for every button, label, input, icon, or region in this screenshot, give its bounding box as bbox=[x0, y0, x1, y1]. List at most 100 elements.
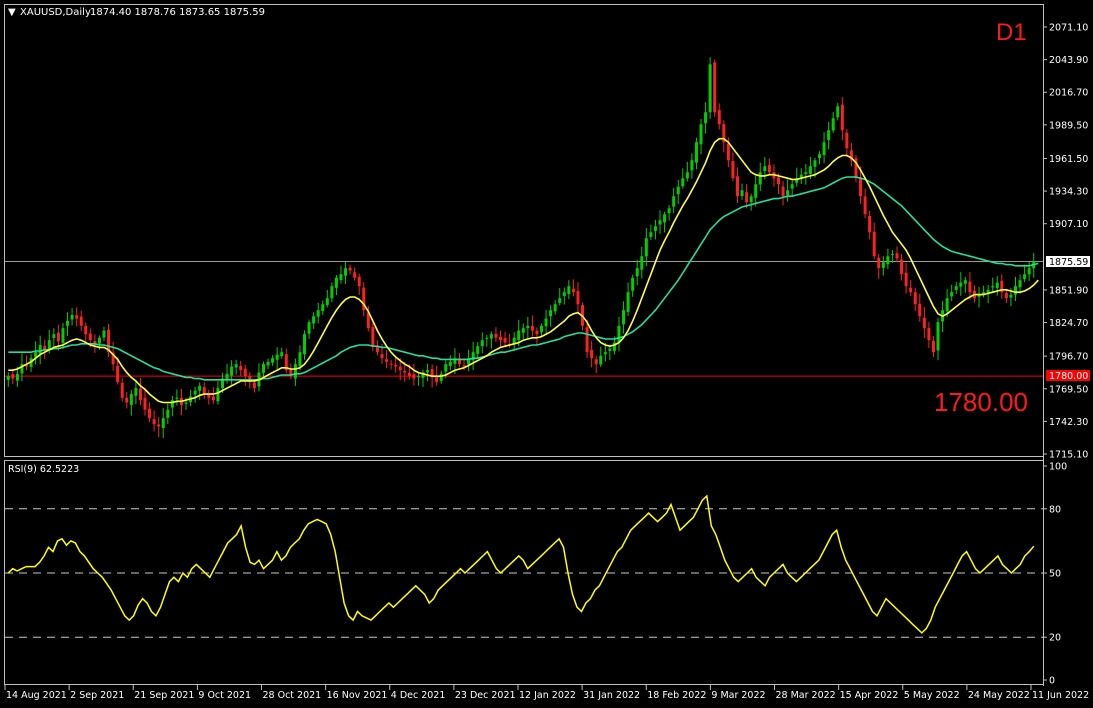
candle-body bbox=[152, 419, 156, 425]
candle-body bbox=[959, 282, 963, 287]
candle-body bbox=[909, 287, 913, 293]
candle-body bbox=[357, 276, 361, 287]
candle-body bbox=[754, 184, 758, 198]
candle-body bbox=[530, 325, 534, 331]
price-tick-label: 1989.50 bbox=[1049, 120, 1088, 131]
chart-canvas: 2071.10 2043.90 2016.70 1989.50 1961.50 1934.… bbox=[4, 4, 1090, 701]
price-tick-label: 1961.50 bbox=[1049, 154, 1088, 165]
candle-body bbox=[845, 132, 849, 149]
candle-body bbox=[749, 196, 753, 203]
candle-body bbox=[385, 359, 389, 362]
candle-body bbox=[239, 366, 243, 371]
candle-body bbox=[836, 106, 840, 118]
candle-body bbox=[562, 292, 566, 296]
candle-body bbox=[786, 190, 790, 196]
candle-body bbox=[1013, 286, 1017, 295]
candle-body bbox=[945, 298, 949, 312]
candle-body bbox=[375, 346, 379, 353]
candle-body bbox=[886, 256, 890, 265]
candle-body bbox=[116, 365, 120, 383]
candle-body bbox=[995, 282, 999, 289]
candle-body bbox=[900, 259, 904, 275]
candle-body bbox=[412, 374, 416, 379]
candle-body bbox=[293, 364, 297, 379]
candle-body bbox=[667, 208, 671, 214]
candle-body bbox=[758, 172, 762, 185]
candle-body bbox=[444, 364, 448, 372]
rsi-tick-label: 20 bbox=[1049, 633, 1061, 644]
candle-body bbox=[129, 394, 133, 405]
candle-body bbox=[590, 350, 594, 359]
candle-body bbox=[808, 166, 812, 174]
candle-body bbox=[585, 327, 589, 353]
candle-body bbox=[863, 196, 867, 215]
rsi-series bbox=[5, 494, 1043, 638]
candle-body bbox=[380, 354, 384, 359]
candle-body bbox=[535, 330, 539, 335]
symbol-menu-icon[interactable]: ▼ bbox=[8, 7, 16, 18]
candle-body bbox=[804, 172, 808, 175]
candle-body bbox=[644, 238, 648, 257]
candle-body bbox=[599, 355, 603, 365]
candle-body bbox=[913, 292, 917, 305]
candle-body bbox=[503, 338, 507, 343]
candle-body bbox=[398, 366, 402, 371]
candle-body bbox=[895, 253, 899, 259]
candle-body bbox=[954, 286, 958, 290]
price-tick-label: 2043.90 bbox=[1049, 55, 1088, 66]
candle-body bbox=[831, 118, 835, 131]
candle-body bbox=[262, 364, 265, 373]
current-price-tag: 1875.59 bbox=[1049, 257, 1088, 268]
candle-body bbox=[813, 160, 817, 167]
candle-body bbox=[125, 397, 129, 403]
candle-body bbox=[480, 340, 484, 347]
candle-body bbox=[84, 326, 88, 335]
candle-body bbox=[88, 333, 92, 341]
candle-body bbox=[694, 142, 698, 163]
candle-body bbox=[517, 330, 521, 340]
candle-body bbox=[740, 190, 744, 197]
candle-body bbox=[198, 385, 202, 391]
time-tick-label: 11 Jun 2022 bbox=[1032, 690, 1089, 701]
candle-body bbox=[936, 322, 940, 351]
price-tick-label: 1715.10 bbox=[1049, 450, 1088, 461]
time-tick-label: 28 Mar 2022 bbox=[776, 690, 836, 701]
candle-body bbox=[872, 231, 876, 257]
candle-body bbox=[603, 352, 607, 355]
candle-body bbox=[717, 110, 721, 125]
candle-body bbox=[252, 382, 256, 389]
candle-body bbox=[61, 328, 65, 343]
candle-body bbox=[330, 286, 334, 299]
candle-body bbox=[202, 387, 206, 395]
candle-body bbox=[38, 344, 42, 354]
candle-body bbox=[403, 370, 407, 373]
candle-body bbox=[818, 154, 822, 158]
candle-body bbox=[211, 396, 215, 401]
price-tick-label: 1907.10 bbox=[1049, 219, 1088, 230]
candle-body bbox=[348, 267, 352, 271]
candle-body bbox=[303, 334, 307, 355]
candle-body bbox=[157, 424, 161, 427]
candle-body bbox=[571, 288, 575, 293]
candle-body bbox=[658, 220, 662, 225]
candle-body bbox=[175, 397, 179, 399]
candle-body bbox=[148, 408, 152, 419]
candle-body bbox=[316, 310, 320, 317]
time-tick-label: 9 Oct 2021 bbox=[198, 690, 251, 701]
rsi-tick-label: 100 bbox=[1049, 462, 1067, 473]
candle-body bbox=[75, 315, 79, 319]
candle-body bbox=[344, 268, 348, 276]
candle-body bbox=[731, 161, 735, 179]
candle-body bbox=[407, 372, 411, 377]
candle-body bbox=[704, 112, 708, 124]
candle-body bbox=[234, 364, 238, 368]
price-tick-label: 1742.30 bbox=[1049, 417, 1088, 428]
candle-body bbox=[635, 268, 639, 277]
candle-body bbox=[230, 366, 234, 376]
candle-body bbox=[685, 172, 689, 179]
time-tick-label: 14 Aug 2021 bbox=[6, 690, 67, 701]
candle-body bbox=[1009, 294, 1013, 298]
candle-body bbox=[553, 304, 557, 312]
time-tick-label: 16 Nov 2021 bbox=[327, 690, 388, 701]
candle-body bbox=[102, 330, 106, 338]
